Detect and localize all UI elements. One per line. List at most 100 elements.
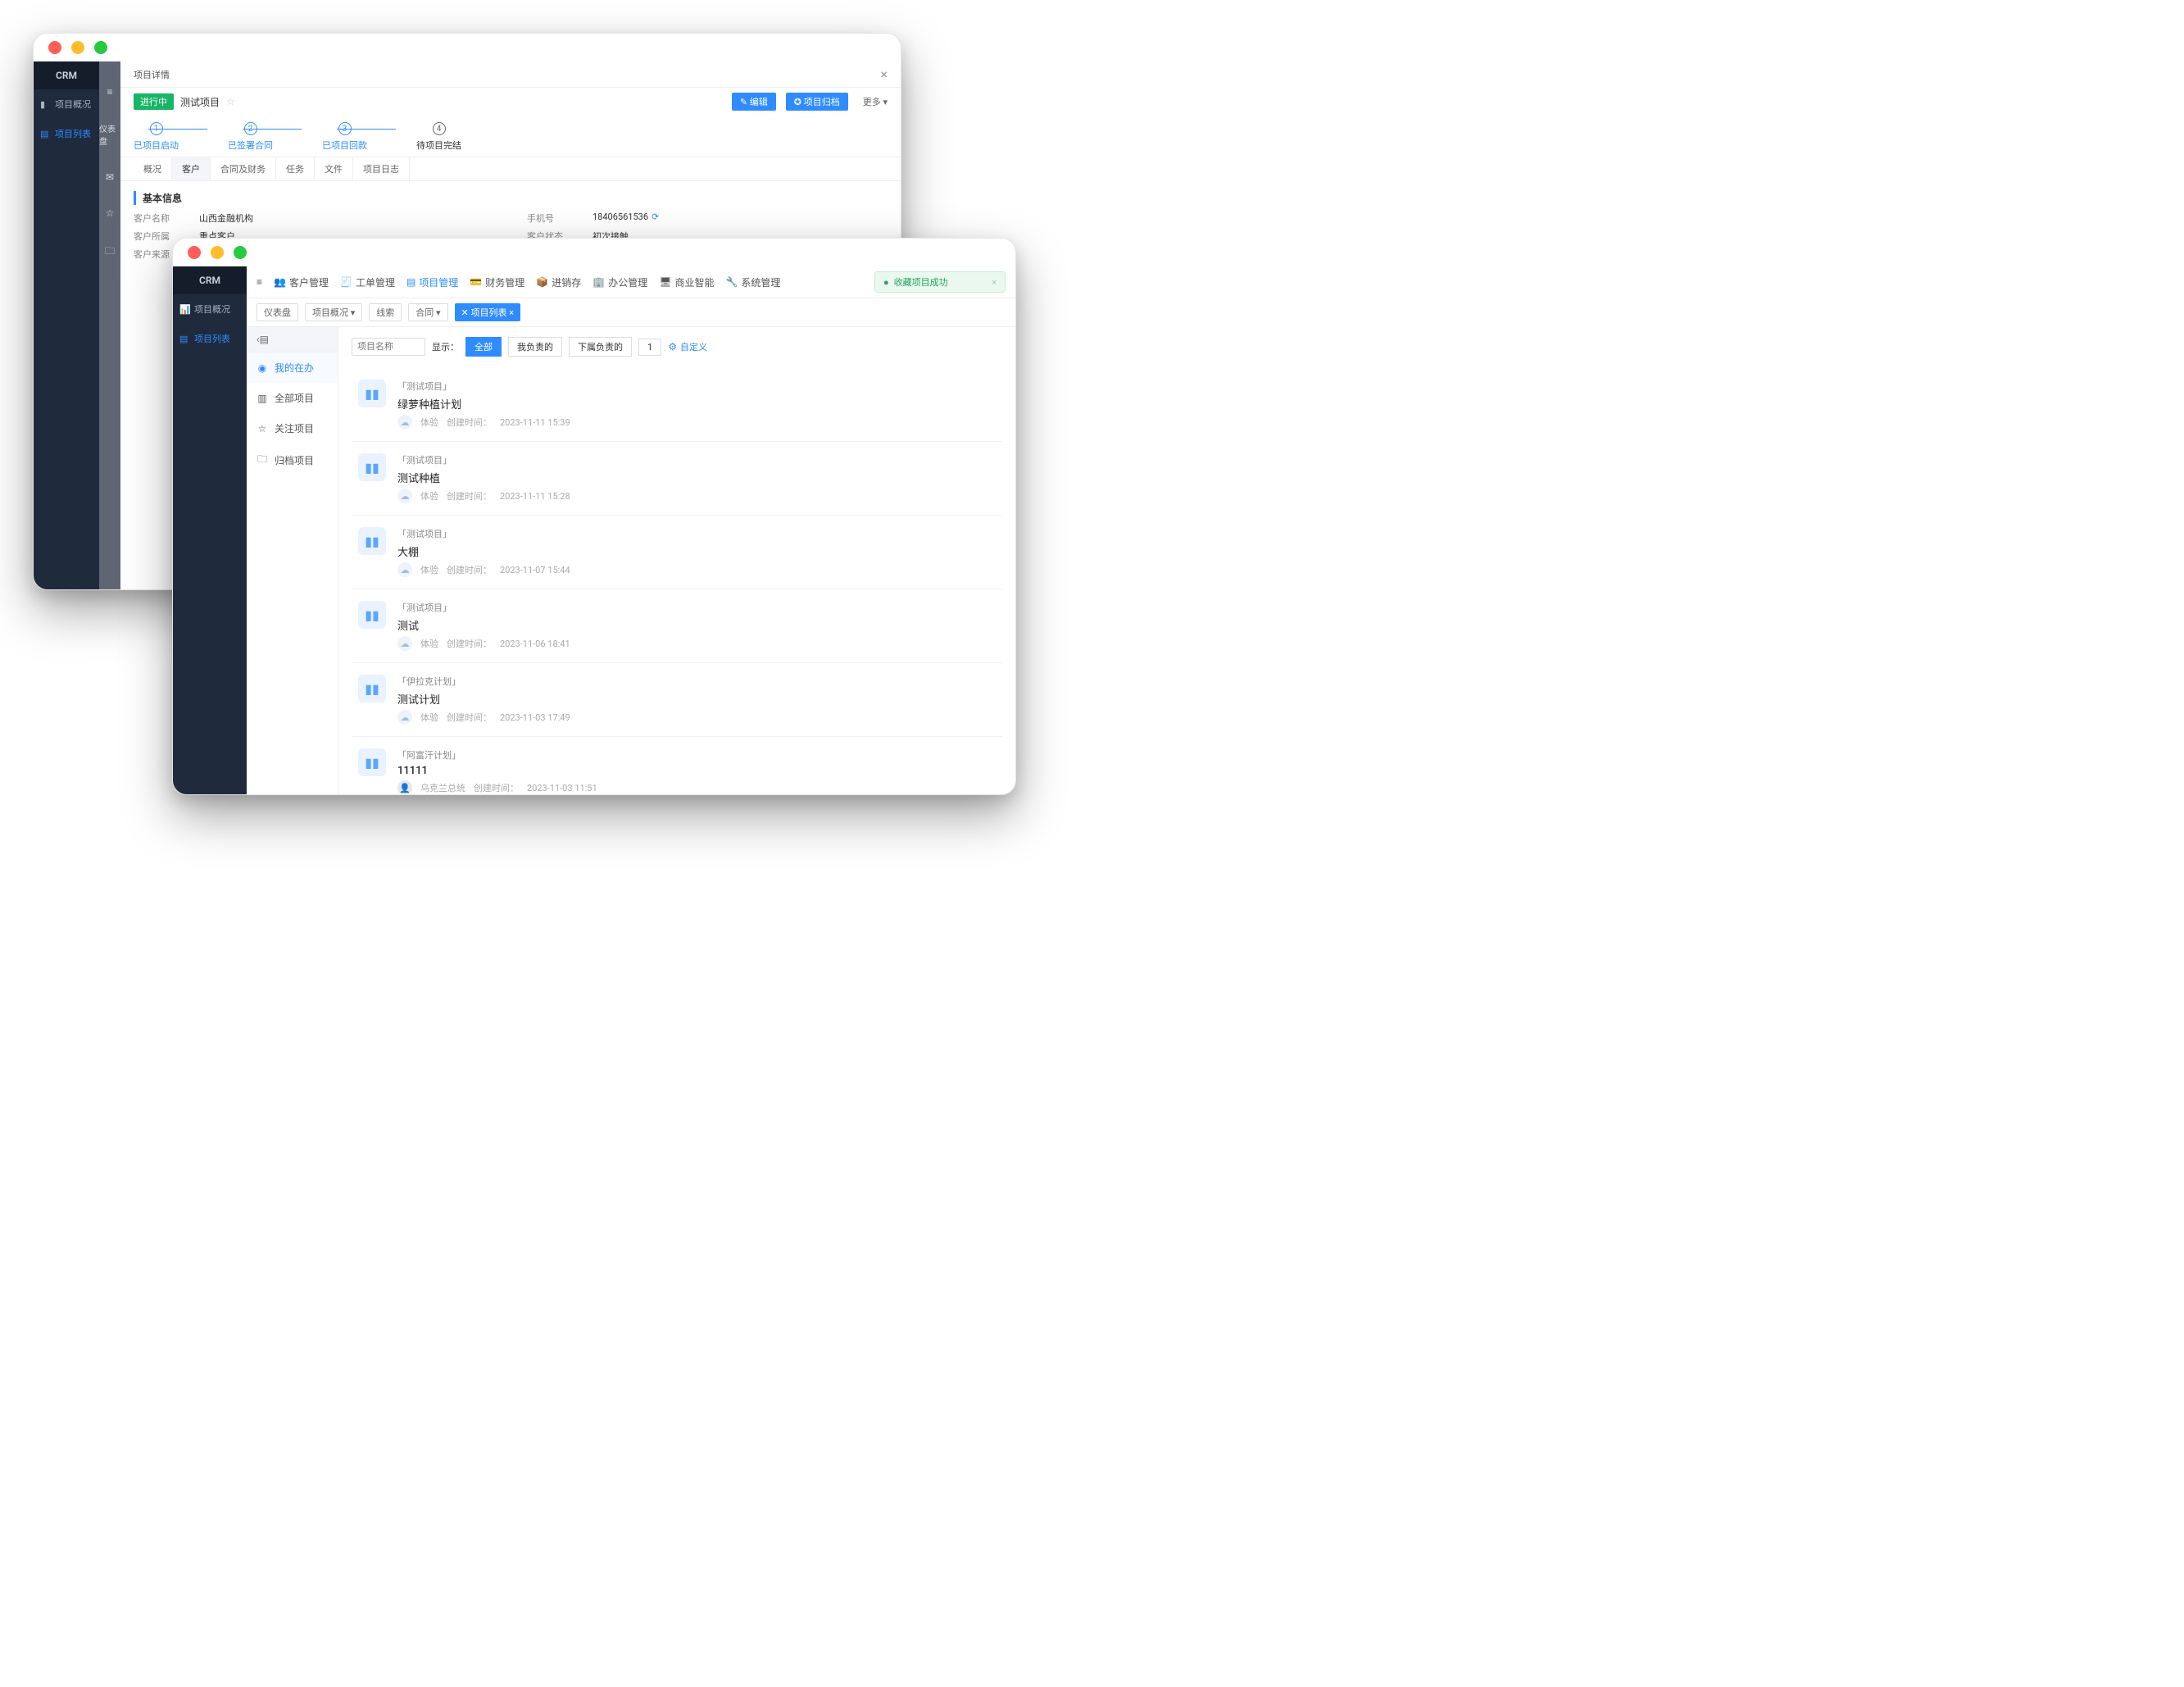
bell-icon[interactable]: ☆ — [106, 207, 115, 219]
created-time: 2023-11-03 11:51 — [527, 783, 597, 793]
cat-label: 全部项目 — [275, 391, 314, 405]
project-title: 绿萝种植计划 — [397, 396, 570, 412]
toast-close-icon[interactable]: × — [992, 277, 997, 288]
traffic-lights — [34, 34, 901, 61]
sidebar-item-overview[interactable]: 📊 项目概况 — [173, 294, 247, 324]
edit-button[interactable]: ✎ 编辑 — [732, 93, 776, 111]
star-icon[interactable]: ☆ — [226, 96, 235, 107]
cat-mine[interactable]: ◉ 我的在办 — [247, 352, 338, 383]
crumb-dashboard[interactable]: 仪表盘 — [257, 303, 298, 321]
nav-finance[interactable]: 💳 财务管理 — [470, 275, 524, 289]
tab-log[interactable]: 项目日志 — [353, 157, 410, 180]
progress-steps: 1已项目启动 2已签署合同 3已项目回款 4待项目完结 — [120, 116, 901, 157]
project-owner: 体验 — [420, 711, 438, 724]
project-category: 「测试项目」 — [397, 601, 570, 614]
chat-icon[interactable]: ✉ — [106, 171, 114, 183]
top-nav: ≡ 👥 客户管理 🧾 工单管理 ▤ 项目管理 💳 财务管理 📦 进销存 🏢 办公… — [247, 266, 1015, 298]
label: 客户名称 — [134, 211, 183, 225]
tab-task[interactable]: 任务 — [276, 157, 315, 180]
cat-archived[interactable]: 🗀 归档项目 — [247, 443, 338, 477]
nav-bi[interactable]: 🖥 商业智能 — [659, 275, 714, 289]
thumb-icon: ▮▮ — [358, 748, 386, 776]
time-label: 创建时间： — [447, 416, 492, 429]
project-card[interactable]: ▮▮「伊拉克计划」测试计划☁体验创建时间：2023-11-03 17:49 — [352, 663, 1002, 737]
menu-icon[interactable]: ≡ — [107, 86, 112, 98]
sidebar-item-label: 项目概况 — [194, 302, 230, 316]
step-label: 待项目完结 — [416, 139, 461, 152]
step-label: 已项目启动 — [134, 139, 179, 152]
thumb-icon: ▮▮ — [358, 601, 386, 629]
rail-dashboard-label[interactable]: 仪表盘 — [99, 122, 120, 147]
project-category: 「测试项目」 — [397, 380, 570, 393]
traffic-minimize-icon[interactable] — [211, 246, 224, 259]
traffic-zoom-icon[interactable] — [234, 246, 247, 259]
traffic-minimize-icon[interactable] — [71, 41, 84, 54]
seg-1[interactable]: 1 — [638, 339, 661, 356]
archive-button[interactable]: ✪ 项目归档 — [786, 93, 848, 111]
sidebar-item-overview[interactable]: ▮ 项目概况 — [34, 89, 99, 119]
project-card[interactable]: ▮▮「测试项目」测试种植☁体验创建时间：2023-11-11 15:28 — [352, 442, 1002, 516]
crumb-contract[interactable]: 合同 ▾ — [408, 303, 447, 321]
nav-stock[interactable]: 📦 进销存 — [536, 275, 581, 289]
category-panel: ‹▤ ◉ 我的在办 ▥ 全部项目 ☆ 关注项目 — [247, 327, 338, 794]
seg-sub[interactable]: 下属负责的 — [569, 337, 632, 357]
project-owner: 乌克兰总统 — [420, 781, 465, 794]
project-card[interactable]: ▮▮「测试项目」大棚☁体验创建时间：2023-11-07 15:44 — [352, 516, 1002, 589]
sidebar-item-project-list[interactable]: ▤ 项目列表 — [173, 324, 247, 353]
cat-starred[interactable]: ☆ 关注项目 — [247, 413, 338, 443]
project-title: 测试 — [397, 617, 570, 633]
project-card[interactable]: ▮▮「阿富汗计划」11111👤乌克兰总统创建时间：2023-11-03 11:5… — [352, 737, 1002, 794]
project-owner: 体验 — [420, 416, 438, 429]
user-avatar-icon: 👤 — [397, 780, 412, 794]
project-category: 「阿富汗计划」 — [397, 748, 597, 762]
eye-icon: ◉ — [257, 362, 268, 374]
project-owner: 体验 — [420, 563, 438, 576]
more-menu[interactable]: 更多 ▾ — [863, 95, 888, 108]
label: 手机号 — [527, 211, 576, 225]
cloud-avatar-icon: ☁ — [397, 636, 412, 651]
traffic-close-icon[interactable] — [48, 41, 61, 54]
traffic-zoom-icon[interactable] — [94, 41, 107, 54]
cat-label: 关注项目 — [275, 421, 314, 435]
nav-customer[interactable]: 👥 客户管理 — [274, 275, 329, 289]
seg-all[interactable]: 全部 — [465, 337, 502, 357]
traffic-close-icon[interactable] — [188, 246, 201, 259]
cat-all[interactable]: ▥ 全部项目 — [247, 383, 338, 413]
sidebar: CRM ▮ 项目概况 ▤ 项目列表 — [34, 61, 99, 589]
sidebar-item-label: 项目列表 — [194, 332, 230, 345]
project-card[interactable]: ▮▮「测试项目」绿萝种植计划☁体验创建时间：2023-11-11 15:39 — [352, 368, 1002, 442]
thumb-icon: ▮▮ — [358, 675, 386, 703]
tab-customer[interactable]: 客户 — [172, 157, 211, 180]
refresh-icon[interactable]: ⟳ — [652, 211, 659, 222]
step-label: 已项目回款 — [322, 139, 367, 152]
crumb-active-tab[interactable]: ✕ 项目列表 × — [455, 303, 521, 321]
tab-file[interactable]: 文件 — [315, 157, 353, 180]
nav-project[interactable]: ▤ 项目管理 — [406, 275, 458, 289]
crumb-overview[interactable]: 项目概况 ▾ — [305, 303, 362, 321]
archive-icon: 🗀 — [257, 452, 268, 469]
menu-toggle-icon[interactable]: ≡ — [257, 276, 262, 288]
grid-icon: ▥ — [257, 393, 268, 404]
close-icon[interactable]: × — [880, 66, 888, 82]
nav-system[interactable]: 🔧 系统管理 — [725, 275, 780, 289]
seg-mine[interactable]: 我负责的 — [508, 337, 562, 357]
nav-office[interactable]: 🏢 办公管理 — [593, 275, 647, 289]
tab-contract[interactable]: 合同及财务 — [211, 157, 276, 180]
sidebar-item-project-list[interactable]: ▤ 项目列表 — [34, 119, 99, 148]
custom-filter[interactable]: ⚙ 自定义 — [668, 340, 707, 353]
crumb-lead[interactable]: 线索 — [369, 303, 402, 321]
calendar-icon[interactable]: 🗀 — [105, 243, 115, 261]
detail-tabs: 概况 客户 合同及财务 任务 文件 项目日志 — [120, 157, 901, 181]
star-icon: ☆ — [257, 423, 268, 434]
project-category: 「测试项目」 — [397, 527, 570, 540]
project-card[interactable]: ▮▮「测试项目」测试☁体验创建时间：2023-11-06 18:41 — [352, 589, 1002, 663]
tab-overview[interactable]: 概况 — [134, 157, 172, 180]
page-title: 项目详情 — [134, 68, 170, 81]
traffic-lights — [173, 239, 1015, 266]
project-list-pane: 显示： 全部 我负责的 下属负责的 1 ⚙ 自定义 ▮▮「测试项目」绿萝种植计划… — [338, 327, 1015, 794]
sidebar: CRM 📊 项目概况 ▤ 项目列表 — [173, 266, 247, 794]
panel-collapse[interactable]: ‹▤ — [247, 327, 338, 352]
search-input[interactable] — [352, 338, 425, 356]
project-title: 11111 — [397, 765, 597, 777]
nav-ticket[interactable]: 🧾 工单管理 — [340, 275, 395, 289]
